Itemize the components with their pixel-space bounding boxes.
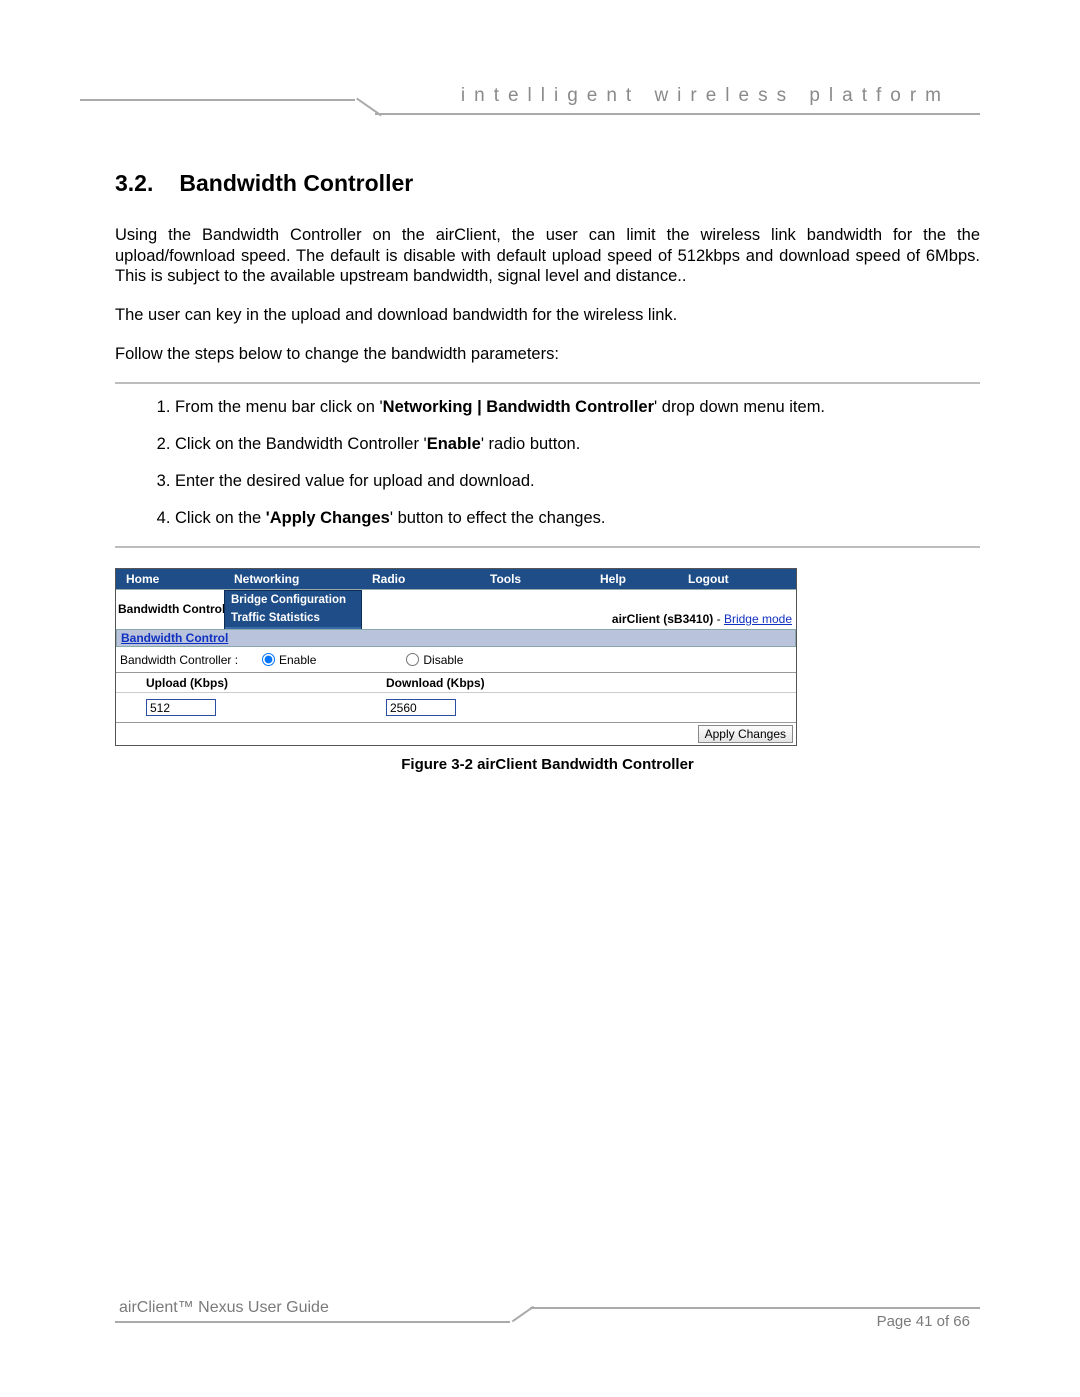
section-number: 3.2. [115,170,173,197]
device-sep: - [713,612,724,626]
section-heading: 3.2. Bandwidth Controller [115,170,980,197]
disable-radio-label: Disable [423,653,463,667]
menu-tools[interactable]: Tools [480,569,590,589]
header-rule-right [375,113,980,115]
upload-header: Upload (Kbps) [116,676,276,690]
disable-radio-option[interactable]: Disable [406,653,463,667]
enable-radio-option[interactable]: Enable [262,653,316,667]
panel-title-row: Bandwidth Control [116,629,796,647]
footer-rule-left [115,1321,510,1323]
steps-list: From the menu bar click on 'Networking |… [115,398,980,528]
breadcrumb-text: Bandwidth Controll [118,602,229,616]
paragraph-2: The user can key in the upload and downl… [115,305,980,326]
separator-top [115,382,980,384]
device-name: airClient (sB3410) [612,612,713,626]
device-label: airClient (sB3410) - Bridge mode [612,612,792,626]
device-mode-link[interactable]: Bridge mode [724,612,792,626]
apply-row: Apply Changes [116,723,796,745]
apply-changes-button[interactable]: Apply Changes [698,725,793,743]
download-input[interactable] [386,699,456,716]
header-tagline: intelligent wireless platform [461,85,950,107]
page-footer: airClient™ Nexus User Guide Page 41 of 6… [115,1299,980,1339]
option-label: Bandwidth Controller : [120,653,262,667]
footer-guide-title: airClient™ Nexus User Guide [119,1299,329,1317]
paragraph-1: Using the Bandwidth Controller on the ai… [115,225,980,287]
enable-radio-label: Enable [279,653,316,667]
disable-radio[interactable] [406,653,419,666]
dropdown-traffic-statistics[interactable]: Traffic Statistics [225,609,361,627]
step-3: Enter the desired value for upload and d… [175,472,980,491]
columns-values [116,693,796,723]
breadcrumb-row: Bandwidth Controll Bridge Configuration … [116,589,796,629]
step-2: Click on the Bandwidth Controller 'Enabl… [175,435,980,454]
footer-page-number: Page 41 of 66 [877,1313,970,1330]
embedded-screenshot: Home Networking Radio Tools Help Logout … [115,568,797,746]
figure-caption: Figure 3-2 airClient Bandwidth Controlle… [115,756,980,773]
menu-logout[interactable]: Logout [678,569,796,589]
download-header: Download (Kbps) [276,676,485,690]
separator-bottom [115,546,980,548]
header-rule-left [80,99,355,101]
enable-option-row: Bandwidth Controller : Enable Disable [116,647,796,673]
menu-radio[interactable]: Radio [362,569,480,589]
section-title-text: Bandwidth Controller [179,170,413,196]
upload-input[interactable] [146,699,216,716]
menu-home[interactable]: Home [116,569,224,589]
step-4: Click on the 'Apply Changes' button to e… [175,509,980,528]
menu-networking[interactable]: Networking [224,569,362,589]
page-header: intelligent wireless platform [115,85,980,115]
dropdown-bridge-configuration[interactable]: Bridge Configuration [225,591,361,609]
section-content: 3.2. Bandwidth Controller Using the Band… [115,170,980,773]
menu-help[interactable]: Help [590,569,678,589]
enable-radio[interactable] [262,653,275,666]
panel-title-link[interactable]: Bandwidth Control [117,631,228,645]
footer-rule-right [530,1307,980,1309]
columns-header: Upload (Kbps) Download (Kbps) [116,673,796,693]
menu-bar: Home Networking Radio Tools Help Logout [116,569,796,589]
step-1: From the menu bar click on 'Networking |… [175,398,980,417]
paragraph-3: Follow the steps below to change the ban… [115,344,980,365]
